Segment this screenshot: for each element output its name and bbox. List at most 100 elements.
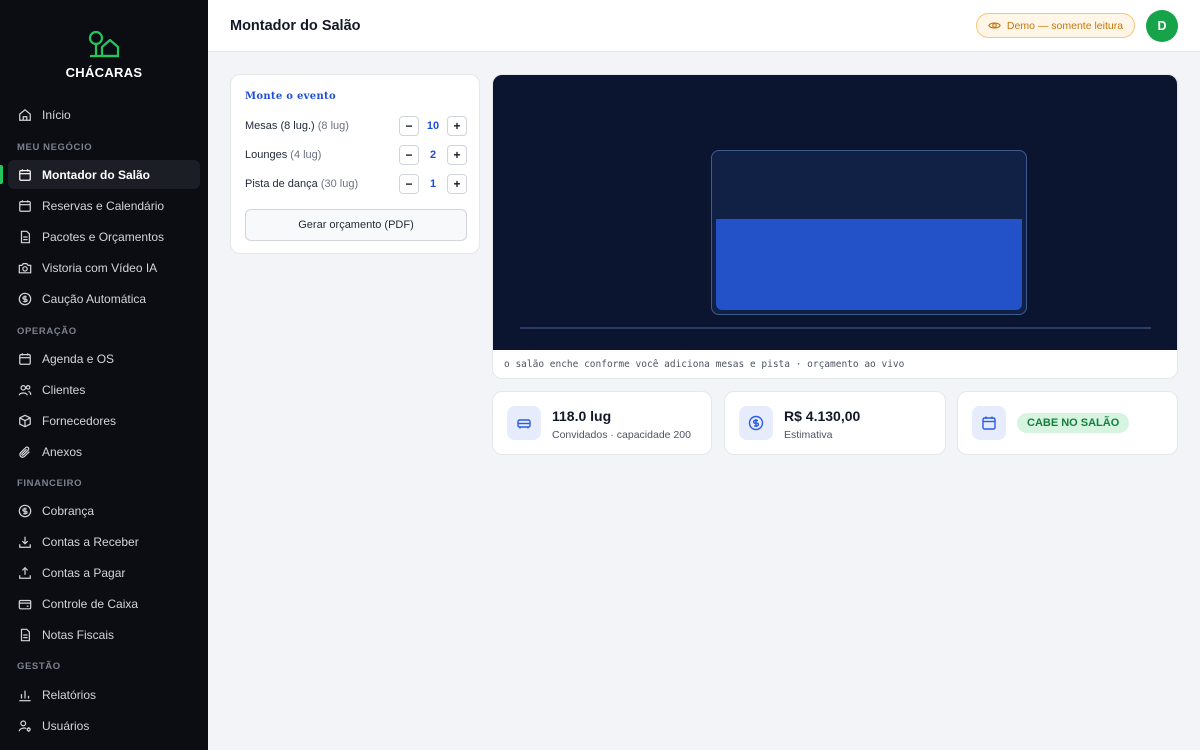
download-icon <box>19 536 31 548</box>
sidebar-item-label: Contas a Receber <box>42 534 139 549</box>
guests-stat-card: 118.0 lug Convidados · capacidade 200 <box>492 391 712 455</box>
camera-icon <box>18 262 32 273</box>
hall-occupancy-fill <box>716 219 1022 310</box>
increment-button[interactable]: + <box>447 116 467 136</box>
sidebar-item-notas-fiscais[interactable]: Notas Fiscais <box>8 620 200 649</box>
bar-chart-icon <box>19 690 31 701</box>
sidebar-item-label: Notas Fiscais <box>42 627 115 642</box>
stepper-value: 2 <box>429 149 437 161</box>
fit-status-badge: CABE NO SALÃO <box>1017 413 1130 433</box>
pista-stepper: − 1 + <box>399 174 467 194</box>
calendar-icon <box>19 352 31 365</box>
hall-caption: o salão enche conforme você adiciona mes… <box>504 359 905 370</box>
event-row-label: Mesas (8 lug.) (8 lug) <box>245 120 349 132</box>
guests-value: 118.0 lug <box>552 408 612 424</box>
paperclip-icon <box>19 446 30 458</box>
users-icon <box>18 384 32 395</box>
estimate-stat-card: R$ 4.130,00 Estimativa <box>724 391 946 455</box>
fit-status-card: CABE NO SALÃO <box>957 391 1178 455</box>
sidebar-item-clientes[interactable]: Clientes <box>8 375 200 404</box>
demo-badge-label: Demo — somente leitura <box>1006 19 1124 32</box>
dollar-circle-icon <box>18 292 32 305</box>
estimate-value: R$ 4.130,00 <box>784 408 861 424</box>
sidebar-item-label: Vistoria com Vídeo IA <box>42 260 158 275</box>
decrement-button[interactable]: − <box>399 116 419 136</box>
section-label-operacao: OPERAÇÃO <box>17 326 77 337</box>
stepper-value: 1 <box>429 178 437 190</box>
sidebar-item-relatorios[interactable]: Relatórios <box>8 680 200 709</box>
sidebar-item-label: Controle de Caixa <box>42 596 139 611</box>
event-row-pista: Pista de dança (30 lug) − 1 + <box>245 174 467 194</box>
sidebar-item-reservas[interactable]: Reservas e Calendário <box>8 191 200 220</box>
sidebar-item-montador-do-salao[interactable]: Montador do Salão <box>0 160 200 189</box>
sidebar-item-vistoria[interactable]: Vistoria com Vídeo IA <box>8 253 200 282</box>
decrement-button[interactable]: − <box>399 145 419 165</box>
upload-icon <box>19 566 31 579</box>
sidebar-item-pacotes[interactable]: Pacotes e Orçamentos <box>8 222 200 251</box>
section-label-meu-negocio: MEU NEGÓCIO <box>17 142 93 153</box>
generate-quote-pdf-button[interactable]: Gerar orçamento (PDF) <box>245 209 467 241</box>
sidebar-item-contas-a-pagar[interactable]: Contas a Pagar <box>8 558 200 587</box>
sidebar-item-caucao[interactable]: Caução Automática <box>8 284 200 313</box>
sidebar-item-cobranca[interactable]: Cobrança <box>8 496 200 525</box>
dollar-circle-icon <box>18 504 32 517</box>
event-row-lounges: Lounges (4 lug) − 2 + <box>245 145 467 165</box>
calendar-icon <box>19 168 31 181</box>
hall-visual-card: o salão enche conforme você adiciona mes… <box>492 74 1178 379</box>
sidebar-item-label: Fornecedores <box>42 413 117 428</box>
lounges-stepper: − 2 + <box>399 145 467 165</box>
sidebar-item-label: Clientes <box>42 382 86 397</box>
top-header: Montador do Salão Demo — somente leitura… <box>208 0 1200 52</box>
sidebar-item-label: Início <box>42 107 71 122</box>
guests-caption: Convidados · capacidade 200 <box>552 429 691 441</box>
sidebar-item-label: Agenda e OS <box>42 351 115 366</box>
sidebar-item-usuarios[interactable]: Usuários <box>8 711 200 740</box>
increment-button[interactable]: + <box>447 145 467 165</box>
document-icon <box>20 628 30 641</box>
sidebar-item-label: Contas a Pagar <box>42 565 126 580</box>
home-icon <box>19 108 31 121</box>
document-icon <box>20 230 30 243</box>
sidebar: CHÁCARAS Início MEU NEGÓCIO Montador do … <box>0 0 208 750</box>
wallet-icon <box>18 599 32 609</box>
sidebar-item-label: Usuários <box>42 718 90 733</box>
event-builder-title: Monte o evento <box>245 91 336 102</box>
demo-readonly-badge: Demo — somente leitura <box>976 13 1135 38</box>
stepper-value: 10 <box>426 120 440 132</box>
sidebar-item-label: Pacotes e Orçamentos <box>42 229 165 244</box>
sofa-icon <box>507 406 541 440</box>
avatar[interactable]: D <box>1146 10 1178 42</box>
sidebar-item-label: Caução Automática <box>42 291 147 306</box>
sidebar-item-anexos[interactable]: Anexos <box>8 437 200 466</box>
sidebar-item-label: Anexos <box>42 444 83 459</box>
sidebar-item-fornecedores[interactable]: Fornecedores <box>8 406 200 435</box>
increment-button[interactable]: + <box>447 174 467 194</box>
section-label-gestao: GESTÃO <box>17 661 61 672</box>
hall-floor-line <box>520 327 1151 329</box>
house-tree-logo-icon <box>88 30 120 58</box>
mesas-stepper: − 10 + <box>399 116 467 136</box>
eye-icon <box>988 22 1001 29</box>
hall-canvas <box>493 75 1177 350</box>
section-label-financeiro: FINANCEIRO <box>17 478 83 489</box>
sidebar-item-label: Reservas e Calendário <box>42 198 165 213</box>
brand: CHÁCARAS <box>0 0 208 100</box>
sidebar-item-agenda[interactable]: Agenda e OS <box>8 344 200 373</box>
hall-outline <box>711 150 1027 315</box>
page-title: Montador do Salão <box>230 18 361 34</box>
dollar-circle-icon <box>739 406 773 440</box>
sidebar-item-inicio[interactable]: Início <box>8 100 200 129</box>
decrement-button[interactable]: − <box>399 174 419 194</box>
sidebar-item-contas-a-receber[interactable]: Contas a Receber <box>8 527 200 556</box>
brand-name: CHÁCARAS <box>65 65 143 80</box>
sidebar-item-label: Relatórios <box>42 687 97 702</box>
calendar-icon <box>19 199 31 212</box>
sidebar-item-controle-de-caixa[interactable]: Controle de Caixa <box>8 589 200 618</box>
event-row-label: Pista de dança (30 lug) <box>245 178 359 190</box>
user-gear-icon <box>18 719 31 732</box>
event-builder-card: Monte o evento Mesas (8 lug.) (8 lug) − … <box>230 74 480 254</box>
box-icon <box>19 414 31 427</box>
calendar-icon <box>972 406 1006 440</box>
event-row-label: Lounges (4 lug) <box>245 149 322 161</box>
sidebar-item-label: Cobrança <box>42 503 95 518</box>
